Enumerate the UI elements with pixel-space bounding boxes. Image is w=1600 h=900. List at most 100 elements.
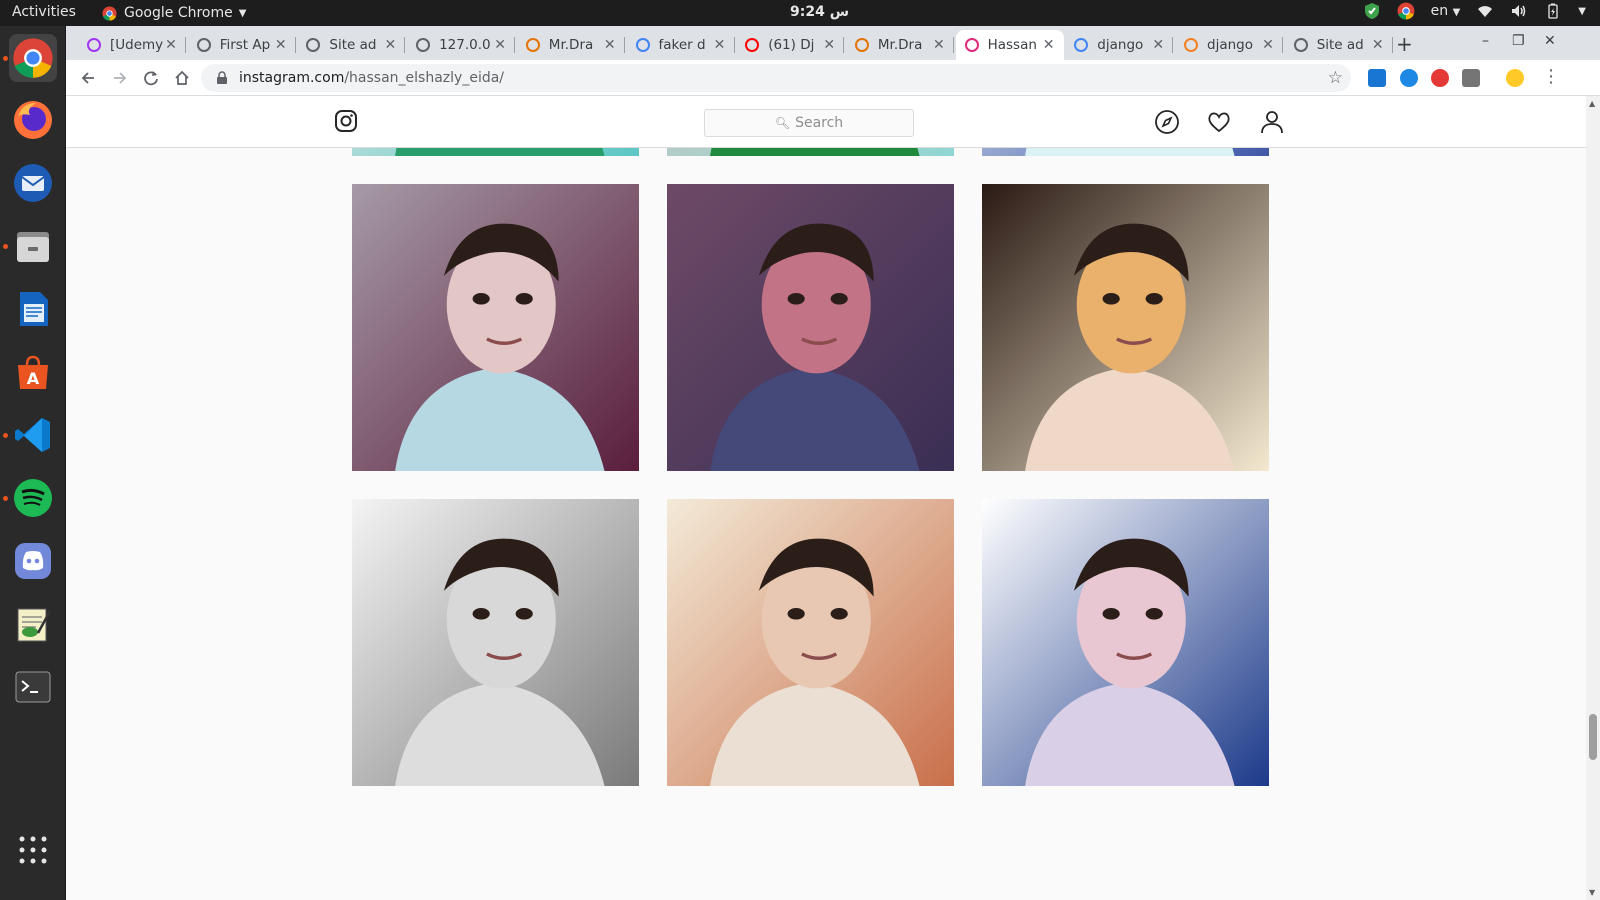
compass-icon[interactable]	[1154, 109, 1180, 135]
search-input[interactable]: 🔍︎ Search	[704, 109, 914, 137]
address-bar[interactable]: instagram.com/hassan_elshazly_eida/ ☆	[201, 64, 1351, 92]
tab-separator	[623, 37, 625, 53]
home-button[interactable]	[170, 66, 194, 90]
tab-separator	[514, 37, 516, 53]
dock-files[interactable]	[9, 222, 57, 270]
dock-discord[interactable]	[9, 537, 57, 585]
dock-vscode[interactable]	[9, 411, 57, 459]
instagram-header: 🔍︎ Search	[66, 96, 1586, 148]
bookmark-star-icon[interactable]: ☆	[1328, 68, 1343, 88]
heart-icon[interactable]	[1206, 109, 1232, 135]
browser-tab[interactable]: First Ap ✕	[188, 30, 296, 60]
browser-tab[interactable]: 127.0.0 ✕	[407, 30, 516, 60]
reload-button[interactable]	[139, 66, 163, 90]
volume-icon[interactable]	[1510, 2, 1528, 20]
browser-tab[interactable]: Hassan ✕	[955, 30, 1064, 60]
close-tab-icon[interactable]: ✕	[603, 37, 617, 53]
page-scrollbar[interactable]: ▲ ▼	[1586, 96, 1600, 900]
close-tab-icon[interactable]: ✕	[1042, 37, 1056, 53]
instagram-icon[interactable]	[334, 109, 358, 133]
grid-photo[interactable]	[667, 184, 954, 471]
scroll-down-arrow[interactable]: ▼	[1589, 888, 1595, 897]
close-tab-icon[interactable]: ✕	[1371, 37, 1385, 53]
browser-tab[interactable]: django ✕	[1065, 30, 1174, 60]
tab-title: Site ad	[329, 37, 377, 53]
browser-tab[interactable]: Site ad ✕	[297, 30, 406, 60]
vscode-icon	[15, 418, 50, 452]
battery-icon[interactable]	[1544, 2, 1562, 20]
software-center-icon: A	[18, 355, 48, 389]
new-tab-button[interactable]: +	[1396, 32, 1413, 56]
close-tab-icon[interactable]: ✕	[1151, 37, 1165, 53]
browser-tab[interactable]: faker d ✕	[627, 30, 735, 60]
tab-title: (61) Dj	[768, 37, 815, 53]
bar-chart-icon	[854, 37, 870, 53]
chrome-tray-icon[interactable]	[1397, 2, 1415, 20]
close-tab-icon[interactable]: ✕	[932, 37, 946, 53]
browser-tab[interactable]: [Udemy ✕	[78, 30, 186, 60]
browser-tab[interactable]: Mr.Dra ✕	[846, 30, 954, 60]
dock-software[interactable]: A	[9, 348, 57, 396]
dock-spotify[interactable]	[9, 474, 57, 522]
grid-photo[interactable]	[982, 499, 1269, 786]
tab-separator	[185, 37, 186, 53]
browser-tab[interactable]: Site ad ✕	[1285, 30, 1393, 60]
close-tab-icon[interactable]: ✕	[822, 37, 836, 53]
more-menu-icon[interactable]: ⋮	[1542, 66, 1560, 87]
back-button[interactable]	[76, 66, 100, 90]
minimize-button[interactable]: –	[1482, 33, 1489, 49]
terminal-icon	[15, 671, 51, 703]
bar-chart-icon	[525, 37, 541, 53]
scrollbar-thumb[interactable]	[1589, 714, 1597, 760]
dock-thunderbird[interactable]	[9, 159, 57, 207]
close-tab-icon[interactable]: ✕	[164, 37, 178, 53]
chevron-down-icon[interactable]: ▼	[1578, 6, 1586, 17]
forward-button[interactable]	[108, 66, 132, 90]
browser-tab[interactable]: django ✕	[1175, 30, 1283, 60]
youtube-icon	[744, 37, 760, 53]
activities-button[interactable]: Activities	[12, 4, 76, 20]
scroll-up-arrow[interactable]: ▲	[1589, 99, 1595, 108]
tab-separator	[404, 37, 406, 53]
close-tab-icon[interactable]: ✕	[1261, 37, 1275, 53]
shield-icon[interactable]	[1363, 2, 1381, 20]
browser-toolbar: instagram.com/hassan_elshazly_eida/ ☆ ⋮	[66, 60, 1600, 96]
search-placeholder: Search	[795, 115, 844, 131]
grid-photo[interactable]	[667, 499, 954, 786]
close-tab-icon[interactable]: ✕	[493, 37, 507, 53]
dock-chrome[interactable]	[9, 34, 57, 82]
profile-icon[interactable]	[1259, 109, 1285, 135]
language-indicator[interactable]: en ▼	[1431, 3, 1461, 19]
dock-terminal[interactable]	[9, 663, 57, 711]
browser-tab[interactable]: (61) Dj ✕	[736, 30, 845, 60]
tab-title: [Udemy	[110, 37, 164, 53]
dock-firefox[interactable]	[9, 96, 57, 144]
clock[interactable]: 9:24 س	[790, 4, 849, 20]
profile-avatar[interactable]	[1506, 69, 1524, 87]
close-tab-icon[interactable]: ✕	[713, 37, 727, 53]
extension-icon[interactable]	[1431, 69, 1449, 87]
extension-icon[interactable]	[1462, 69, 1480, 87]
extension-icon[interactable]	[1400, 69, 1418, 87]
grid-photo[interactable]	[982, 184, 1269, 471]
extension-icon[interactable]	[1368, 69, 1386, 87]
lock-icon[interactable]	[215, 71, 229, 85]
grid-photo[interactable]	[352, 184, 639, 471]
browser-tab[interactable]: Mr.Dra ✕	[517, 30, 625, 60]
language-label: en	[1430, 3, 1449, 19]
writer-icon	[20, 292, 48, 326]
close-window-button[interactable]: ✕	[1544, 33, 1556, 49]
dock-text-editor[interactable]	[9, 600, 57, 648]
app-menu[interactable]: Google Chrome ▼	[100, 4, 246, 22]
wifi-icon[interactable]	[1476, 2, 1494, 20]
app-menu-label: Google Chrome	[124, 5, 233, 21]
home-icon	[175, 70, 189, 85]
restore-button[interactable]: ❐	[1512, 33, 1525, 49]
close-tab-icon[interactable]: ✕	[274, 37, 288, 53]
close-tab-icon[interactable]: ✕	[383, 37, 397, 53]
running-indicator	[3, 433, 8, 438]
dock-writer[interactable]	[9, 285, 57, 333]
reload-icon	[144, 71, 158, 86]
grid-photo[interactable]	[352, 499, 639, 786]
show-applications-button[interactable]	[9, 826, 57, 874]
